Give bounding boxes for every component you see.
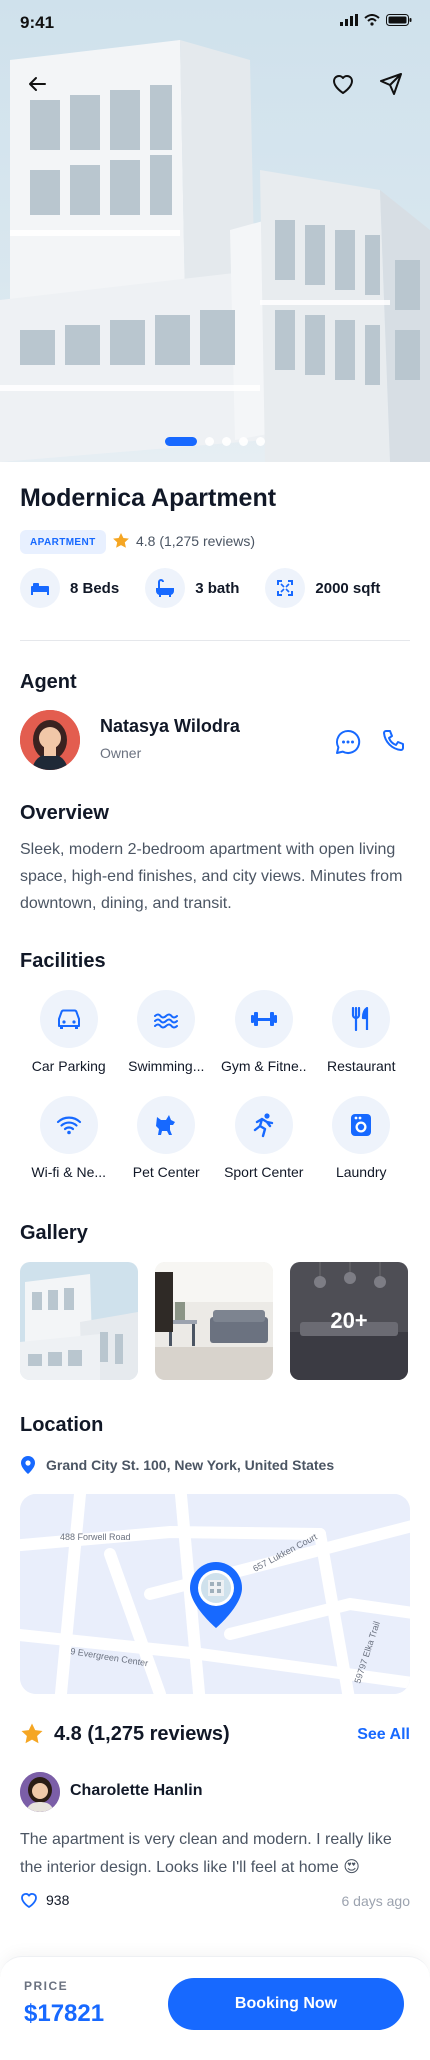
sport-icon (253, 1113, 273, 1138)
spec-bath: 3 bath (145, 568, 239, 608)
reviewer-photo (20, 1772, 60, 1812)
wifi-status-icon (364, 14, 380, 26)
divider (20, 640, 410, 641)
share-button[interactable] (371, 64, 411, 104)
heart-icon (21, 1893, 37, 1908)
pet-icon (156, 1115, 176, 1135)
price-value: $17821 (24, 2000, 105, 2027)
carousel-dot[interactable] (165, 437, 197, 446)
gallery-image[interactable] (20, 1262, 138, 1380)
spec-area: 2000 sqft (265, 568, 380, 608)
location-map[interactable]: 488 Forwell Road 657 Lukken Court 9 Ever… (20, 1494, 410, 1694)
chat-icon (335, 729, 361, 754)
signal-icon (340, 14, 358, 26)
facilities-section-title: Facilities (20, 950, 106, 972)
review-likes[interactable]: 938 (20, 1892, 69, 1908)
overview-section-title: Overview (20, 802, 109, 824)
property-title: Modernica Apartment (20, 484, 277, 512)
carousel-dot[interactable] (222, 437, 231, 446)
facility-swimming[interactable]: Swimming... (118, 990, 216, 1074)
gallery: 20+ (20, 1262, 408, 1380)
area-icon (277, 580, 294, 596)
facility-wifi[interactable]: Wi-fi & Ne... (20, 1096, 118, 1180)
facility-sport-center[interactable]: Sport Center (215, 1096, 313, 1180)
star-icon (113, 533, 129, 548)
gallery-image-more[interactable]: 20+ (290, 1262, 408, 1380)
favorite-button[interactable] (323, 64, 363, 104)
battery-icon (386, 14, 412, 26)
likes-count: 938 (46, 1892, 70, 1908)
agent-role: Owner (100, 745, 142, 761)
gallery-image[interactable] (155, 1262, 273, 1380)
laundry-icon (351, 1114, 372, 1136)
agent-avatar[interactable] (20, 710, 80, 770)
gallery-section-title: Gallery (20, 1222, 88, 1244)
map-view: 488 Forwell Road 657 Lukken Court 9 Ever… (20, 1494, 410, 1694)
arrow-left-icon (29, 77, 46, 91)
facility-restaurant[interactable]: Restaurant (313, 990, 411, 1074)
location-section-title: Location (20, 1414, 104, 1436)
facility-laundry[interactable]: Laundry (313, 1096, 411, 1180)
carousel-indicator[interactable] (0, 437, 430, 446)
call-agent-button[interactable] (376, 724, 412, 760)
send-icon (380, 73, 402, 95)
property-specs: 8 Beds 3 bath 2000 sqft (20, 568, 406, 608)
carousel-dot[interactable] (256, 437, 265, 446)
more-photos-label: 20+ (290, 1262, 408, 1380)
restaurant-icon (352, 1007, 369, 1031)
wifi-icon (56, 1116, 81, 1135)
facility-gym[interactable]: Gym & Fitne.. (215, 990, 313, 1074)
dumbbell-icon (250, 1012, 277, 1026)
reviews-summary: 4.8 (1,275 reviews) (20, 1722, 230, 1746)
back-button[interactable] (17, 64, 57, 104)
agent-section-title: Agent (20, 671, 77, 693)
location-pin-icon (21, 1456, 35, 1474)
bath-icon (156, 579, 175, 597)
hero-image[interactable] (0, 0, 430, 462)
message-agent-button[interactable] (330, 724, 366, 760)
address: Grand City St. 100, New York, United Sta… (20, 1455, 334, 1475)
reviewer-name: Charolette Hanlin (70, 1782, 203, 1799)
rating-text: 4.8 (1,275 reviews) (136, 533, 256, 549)
overview-text: Sleek, modern 2-bedroom apartment with o… (20, 841, 403, 912)
phone-icon (383, 730, 404, 751)
spec-beds: 8 Beds (20, 568, 119, 608)
carousel-dot[interactable] (205, 437, 214, 446)
apartment-building-photo (0, 40, 430, 462)
facilities-grid: Car Parking Swimming... Gym & Fitne.. Re… (20, 990, 410, 1180)
agent-name: Natasya Wilodra (100, 716, 240, 736)
price-label: PRICE (24, 1979, 69, 1993)
reviews-summary-text: 4.8 (1,275 reviews) (54, 1722, 230, 1745)
star-icon (21, 1723, 43, 1744)
living-room-thumbnail (155, 1262, 273, 1380)
review-text: The apartment is very clean and modern. … (20, 1831, 392, 1876)
car-icon (57, 1009, 80, 1029)
booking-now-button[interactable]: Booking Now (168, 1978, 404, 2030)
system-icons (340, 14, 412, 26)
reviewer-avatar[interactable] (20, 1772, 60, 1812)
property-rating: 4.8 (1,275 reviews) (112, 532, 255, 550)
carousel-dot[interactable] (239, 437, 248, 446)
building-thumbnail (20, 1262, 138, 1380)
see-all-reviews-link[interactable]: See All (357, 1726, 410, 1744)
address-text: Grand City St. 100, New York, United Sta… (46, 1457, 335, 1473)
swimming-icon (154, 1013, 179, 1029)
status-bar: 9:41 (0, 0, 430, 44)
property-type-badge: APARTMENT (20, 530, 106, 554)
status-time: 9:41 (20, 13, 55, 32)
agent-photo (20, 710, 80, 770)
street-label: 488 Forwell Road (60, 1532, 131, 1542)
heart-icon (333, 75, 353, 94)
bed-icon (31, 583, 49, 595)
review-time: 6 days ago (341, 1893, 411, 1909)
facility-pet-center[interactable]: Pet Center (118, 1096, 216, 1180)
facility-car-parking[interactable]: Car Parking (20, 990, 118, 1074)
